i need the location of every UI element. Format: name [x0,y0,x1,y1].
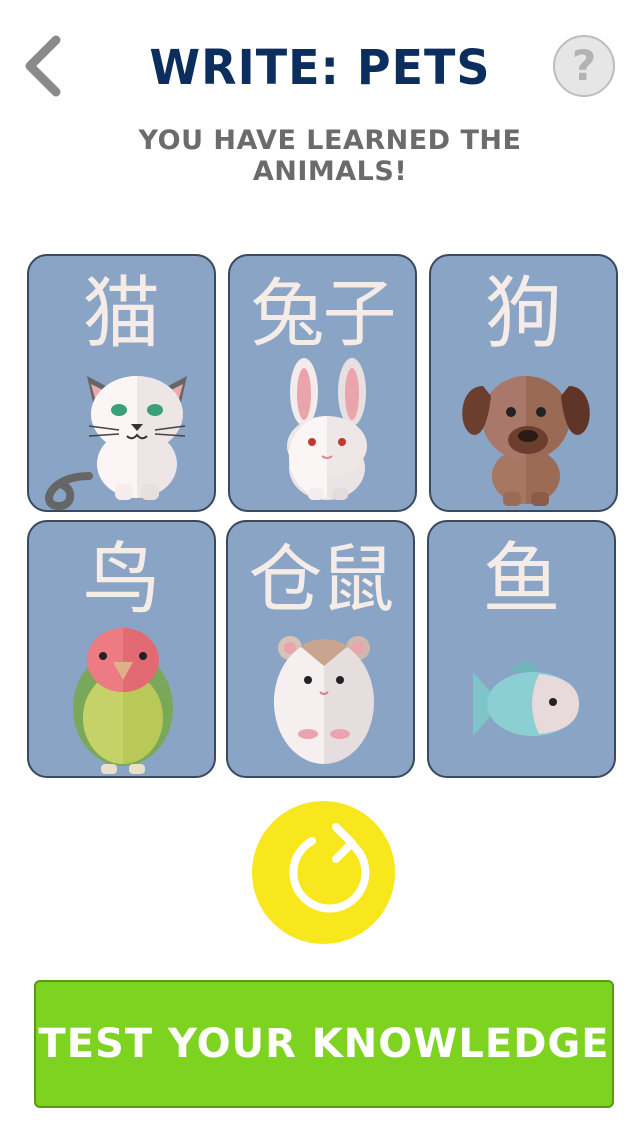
card-cat[interactable]: 猫 [27,254,216,512]
card-word: 仓鼠 [248,537,395,623]
card-word: 鸟 [82,535,161,625]
fish-icon [473,660,579,736]
help-button[interactable]: ? [553,35,615,97]
hamster-icon [274,636,374,764]
card-rabbit[interactable]: 兔子 [228,254,417,512]
chevron-left-icon [25,35,61,97]
card-word: 鱼 [482,535,561,625]
rabbit-icon [287,358,367,500]
cat-icon [45,376,187,510]
card-hamster[interactable]: 仓鼠 [226,520,415,778]
bird-icon [73,628,173,774]
test-knowledge-button[interactable]: TEST YOUR KNOWLEDGE [34,980,614,1108]
dog-icon [462,376,590,506]
back-button[interactable] [16,30,72,102]
reload-icon [289,823,370,913]
card-word: 狗 [484,269,563,359]
page-subtitle: YOU HAVE LEARNED THE ANIMALS! [138,125,522,187]
card-word: 兔子 [250,271,397,357]
card-fish[interactable]: 鱼 [427,520,616,778]
card-bird[interactable]: 鸟 [27,520,216,778]
card-dog[interactable]: 狗 [429,254,618,512]
reload-button[interactable] [252,801,395,944]
card-word: 猫 [82,269,161,359]
page-title: WRITE: PETS [149,38,491,96]
